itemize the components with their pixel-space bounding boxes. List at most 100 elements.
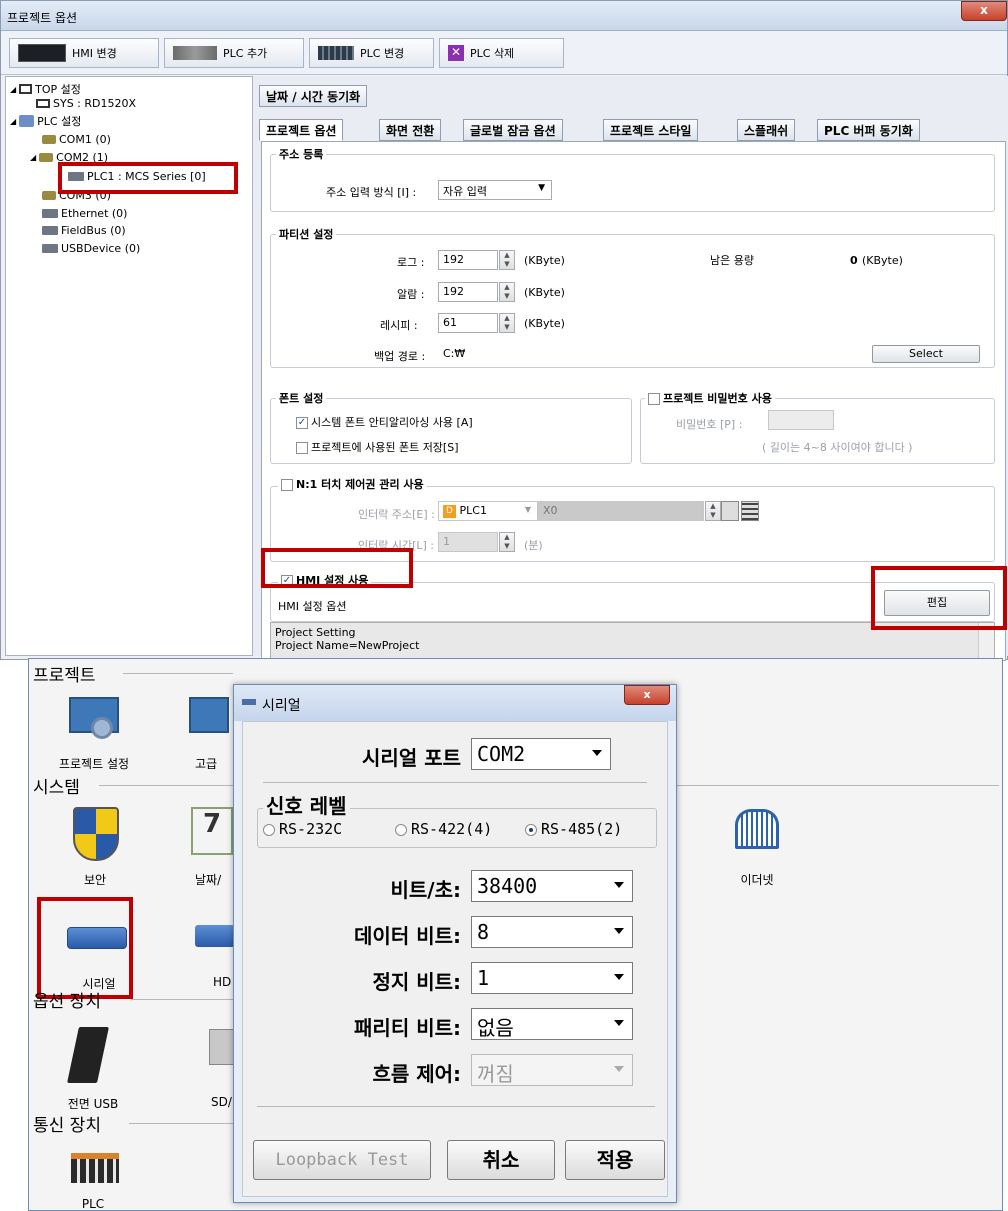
highlight-box-serial bbox=[37, 897, 133, 999]
recipe-input[interactable]: 61 bbox=[438, 313, 498, 333]
select-button[interactable]: Select bbox=[872, 345, 980, 363]
plc-add-label: PLC 추가 bbox=[223, 47, 268, 60]
stop-bits-select[interactable]: 1 bbox=[471, 962, 633, 994]
tab-global-lock[interactable]: 글로벌 잠금 옵션 bbox=[463, 119, 563, 141]
stop-bits-label: 정지 비트: bbox=[372, 970, 461, 994]
radio-rs485[interactable]: RS-485(2) bbox=[525, 820, 622, 838]
tab-screen-transition[interactable]: 화면 전환 bbox=[379, 119, 442, 141]
interlock-time-spinner[interactable]: ▲ ▼ bbox=[499, 532, 515, 552]
password-legend[interactable]: 프로젝트 비밀번호 사용 bbox=[645, 390, 775, 406]
log-input[interactable]: 192 bbox=[438, 250, 498, 270]
tree-item-fieldbus[interactable]: FieldBus (0) bbox=[42, 224, 126, 237]
dialog-title-bar: 시리얼 bbox=[234, 685, 676, 721]
ethernet-icon[interactable] bbox=[735, 809, 779, 849]
serial-port-select[interactable]: COM2 bbox=[471, 738, 611, 770]
tree-item-ethernet[interactable]: Ethernet (0) bbox=[42, 207, 127, 220]
tree-item-sys[interactable]: SYS : RD1520X bbox=[36, 97, 136, 110]
partition-legend: 파티션 설정 bbox=[276, 226, 337, 242]
interlock-time-input[interactable]: 1 bbox=[438, 532, 498, 552]
hmi-options-label: HMI 설정 옵션 bbox=[278, 600, 347, 613]
tree-label: Ethernet (0) bbox=[61, 207, 128, 220]
section-options: 옵션 장치 bbox=[33, 992, 101, 1012]
chevron-down-icon bbox=[614, 974, 624, 980]
usb-device-icon bbox=[42, 244, 58, 253]
serial-port-icon bbox=[242, 699, 256, 705]
hmi-change-button[interactable]: HMI 변경 bbox=[9, 38, 159, 68]
shield-icon[interactable] bbox=[73, 807, 119, 861]
font-legend: 폰트 설정 bbox=[276, 390, 327, 406]
radio-rs232c[interactable]: RS-232C bbox=[263, 820, 342, 838]
log-spinner[interactable]: ▲ ▼ bbox=[499, 250, 515, 270]
alarm-input[interactable]: 192 bbox=[438, 282, 498, 302]
interlock-address-spinner[interactable]: ▲ ▼ bbox=[705, 501, 721, 521]
collapse-icon: ◢ bbox=[10, 84, 17, 94]
front-usb-icon[interactable] bbox=[67, 1027, 109, 1083]
alarm-spinner[interactable]: ▲ ▼ bbox=[499, 282, 515, 302]
dialog-close-button[interactable]: x bbox=[624, 685, 670, 705]
interlock-plc-select[interactable]: D PLC1 ▼ bbox=[438, 501, 538, 521]
touch-control-legend[interactable]: N:1 터치 제어권 관리 사용 bbox=[278, 476, 427, 492]
password-input[interactable] bbox=[768, 410, 834, 430]
apply-button[interactable]: 적용 bbox=[565, 1140, 665, 1180]
checkbox-empty-icon bbox=[281, 479, 293, 491]
plc-change-icon bbox=[318, 46, 354, 60]
tab-datetime-sync[interactable]: 날짜 / 시간 동기화 bbox=[259, 85, 368, 107]
section-divider bbox=[131, 999, 233, 1000]
close-button[interactable]: x bbox=[961, 1, 1007, 21]
antialias-checkbox[interactable]: ✓ 시스템 폰트 안티알리아싱 사용 [A] bbox=[296, 414, 473, 430]
tab-splash[interactable]: 스플래쉬 bbox=[737, 119, 796, 141]
parity-select[interactable]: 없음 bbox=[471, 1008, 633, 1040]
plc-add-button[interactable]: PLC 추가 bbox=[164, 38, 304, 68]
plc-label: PLC bbox=[81, 1197, 105, 1211]
dialog-body: 시리얼 포트 COM2 신호 레벨 RS-232C RS-422(4) RS-4… bbox=[242, 721, 668, 1197]
sd-card-icon[interactable] bbox=[209, 1029, 235, 1065]
device-browse-icon[interactable] bbox=[721, 501, 739, 521]
device-icon: D bbox=[443, 504, 456, 518]
stop-bits-value: 1 bbox=[477, 966, 490, 990]
address-legend: 주소 등록 bbox=[276, 146, 327, 162]
address-group bbox=[270, 154, 995, 212]
log-unit: (KByte) bbox=[524, 254, 565, 267]
baud-rate-select[interactable]: 38400 bbox=[471, 870, 633, 902]
tab-plc-buffer-sync[interactable]: PLC 버퍼 동기화 bbox=[817, 119, 920, 141]
section-divider bbox=[129, 1123, 233, 1124]
advanced-icon[interactable] bbox=[189, 697, 229, 733]
com-icon bbox=[39, 153, 54, 162]
loopback-test-button[interactable]: Loopback Test bbox=[253, 1140, 431, 1180]
plc-icon[interactable] bbox=[71, 1153, 119, 1183]
highlight-box-plc1 bbox=[58, 162, 238, 194]
data-bits-select[interactable]: 8 bbox=[471, 916, 633, 948]
calendar-icon[interactable]: 7 bbox=[191, 807, 233, 855]
advanced-label: 고급 bbox=[195, 757, 218, 771]
hd-label: HD bbox=[213, 975, 232, 989]
flow-control-select[interactable]: 꺼짐 bbox=[471, 1054, 633, 1086]
plc-delete-button[interactable]: ✕ PLC 삭제 bbox=[439, 38, 564, 68]
parity-value: 없음 bbox=[477, 1016, 514, 1040]
keypad-icon[interactable] bbox=[741, 501, 759, 521]
plc-change-button[interactable]: PLC 변경 bbox=[309, 38, 434, 68]
address-mode-value: 자유 입력 bbox=[443, 185, 487, 198]
datetime-label: 날짜/ bbox=[195, 873, 222, 887]
baud-rate-label: 비트/초: bbox=[390, 878, 461, 902]
sys-icon bbox=[36, 99, 50, 108]
radio-rs422[interactable]: RS-422(4) bbox=[395, 820, 492, 838]
address-mode-select[interactable]: 자유 입력 ▼ bbox=[438, 180, 552, 200]
recipe-spinner[interactable]: ▲ ▼ bbox=[499, 313, 515, 333]
front-usb-label: 전면 USB bbox=[67, 1097, 119, 1111]
section-divider bbox=[99, 785, 233, 786]
hmi-icon bbox=[18, 44, 66, 62]
save-font-checkbox[interactable]: 프로젝트에 사용된 폰트 저장[S] bbox=[296, 439, 459, 455]
hmi-change-label: HMI 변경 bbox=[72, 47, 117, 60]
hdmi-icon[interactable] bbox=[195, 925, 235, 947]
tree-item-usbdevice[interactable]: USBDevice (0) bbox=[42, 242, 140, 255]
cancel-button[interactable]: 취소 bbox=[447, 1140, 555, 1180]
checkbox-empty-icon bbox=[296, 442, 308, 454]
tree-item-plc[interactable]: ◢ PLC 설정 bbox=[10, 113, 81, 129]
tree-item-com1[interactable]: COM1 (0) bbox=[42, 133, 111, 146]
interlock-address-input[interactable]: X0 bbox=[538, 501, 704, 521]
radio-label: RS-232C bbox=[279, 820, 343, 838]
tree-item-top[interactable]: ◢ TOP 설정 bbox=[10, 81, 81, 97]
tab-project-style[interactable]: 프로젝트 스타일 bbox=[603, 119, 699, 141]
tab-project-options[interactable]: 프로젝트 옵션 bbox=[259, 119, 344, 141]
sd-label: SD/ bbox=[211, 1095, 232, 1109]
